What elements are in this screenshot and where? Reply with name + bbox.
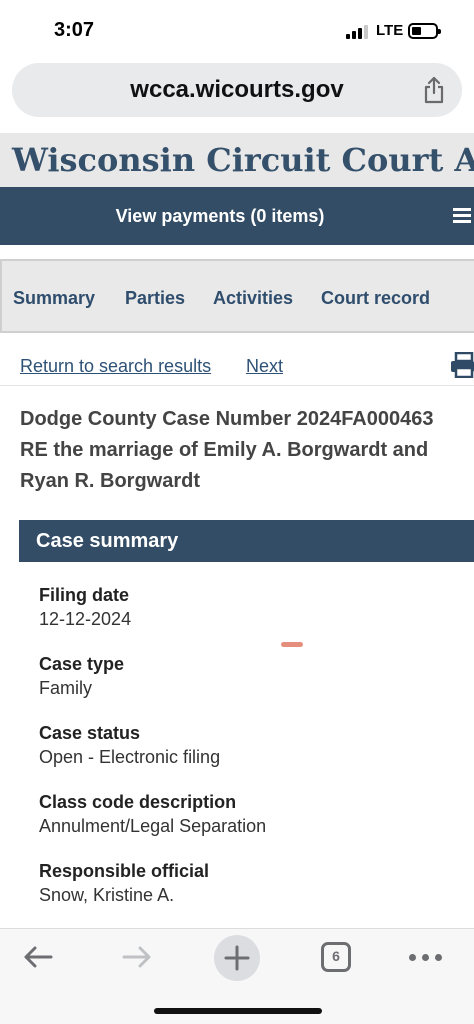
address-bar[interactable]: wcca.wicourts.gov [12, 63, 462, 117]
responsible-official-field: Responsible official Snow, Kristine A. [39, 859, 209, 907]
case-tabs: Summary Parties Activities Court record [0, 259, 474, 333]
case-caption-line: Ryan R. Borgwardt [20, 470, 201, 492]
field-label: Case type [39, 654, 125, 674]
result-navigation: Return to search results Next [0, 352, 474, 386]
url-text[interactable]: wcca.wicourts.gov [12, 76, 462, 104]
back-arrow-icon[interactable] [22, 943, 54, 971]
field-label: Responsible official [39, 861, 210, 881]
network-label: LTE [376, 22, 404, 39]
field-value: Annulment/Legal Separation [39, 816, 267, 836]
annotation-mark [281, 642, 303, 647]
forward-arrow-icon[interactable] [121, 943, 153, 971]
tab-activities[interactable]: Activities [213, 288, 293, 309]
next-link[interactable]: Next [246, 356, 283, 377]
field-value: Family [39, 678, 92, 698]
case-type-field: Case type Family [39, 652, 124, 700]
site-header: Wisconsin Circuit Court Acc [0, 133, 474, 187]
field-label: Class code description [39, 792, 237, 812]
field-label: Case status [39, 723, 141, 743]
new-tab-button[interactable] [214, 935, 260, 981]
field-label: Filing date [39, 585, 129, 605]
plus-icon [224, 945, 250, 971]
tab-parties[interactable]: Parties [125, 288, 185, 309]
share-icon[interactable] [423, 76, 445, 104]
class-code-field: Class code description Annulment/Legal S… [39, 790, 266, 838]
tab-count: 6 [332, 948, 340, 964]
battery-icon [408, 23, 441, 39]
status-time: 3:07 [54, 19, 95, 41]
view-payments-link[interactable]: View payments (0 items) [0, 206, 440, 227]
case-heading: Dodge County Case Number 2024FA000463 RE… [20, 404, 474, 497]
field-value: Open - Electronic filing [39, 747, 221, 767]
case-summary-title: Case summary [36, 530, 179, 552]
case-summary-header: Case summary [19, 520, 474, 562]
status-bar: 3:07 LTE [0, 0, 474, 60]
return-to-search-link[interactable]: Return to search results [20, 356, 211, 377]
case-status-field: Case status Open - Electronic filing [39, 721, 220, 769]
printer-icon[interactable] [450, 352, 474, 378]
signal-icon [346, 25, 370, 39]
tab-summary[interactable]: Summary [13, 288, 95, 309]
field-value: Snow, Kristine A. [39, 885, 175, 905]
more-icon[interactable] [409, 954, 443, 962]
filing-date-field: Filing date 12-12-2024 [39, 583, 131, 631]
case-caption-line: RE the marriage of Emily A. Borgwardt an… [20, 439, 429, 461]
home-indicator [154, 1008, 322, 1014]
site-title[interactable]: Wisconsin Circuit Court Acc [12, 141, 474, 179]
menu-icon[interactable] [453, 208, 471, 224]
tab-court-record[interactable]: Court record [321, 288, 430, 309]
case-number-line: Dodge County Case Number 2024FA000463 [20, 408, 434, 430]
payments-bar: View payments (0 items) [0, 187, 474, 245]
tabs-icon[interactable]: 6 [321, 942, 351, 972]
field-value: 12-12-2024 [39, 609, 132, 629]
